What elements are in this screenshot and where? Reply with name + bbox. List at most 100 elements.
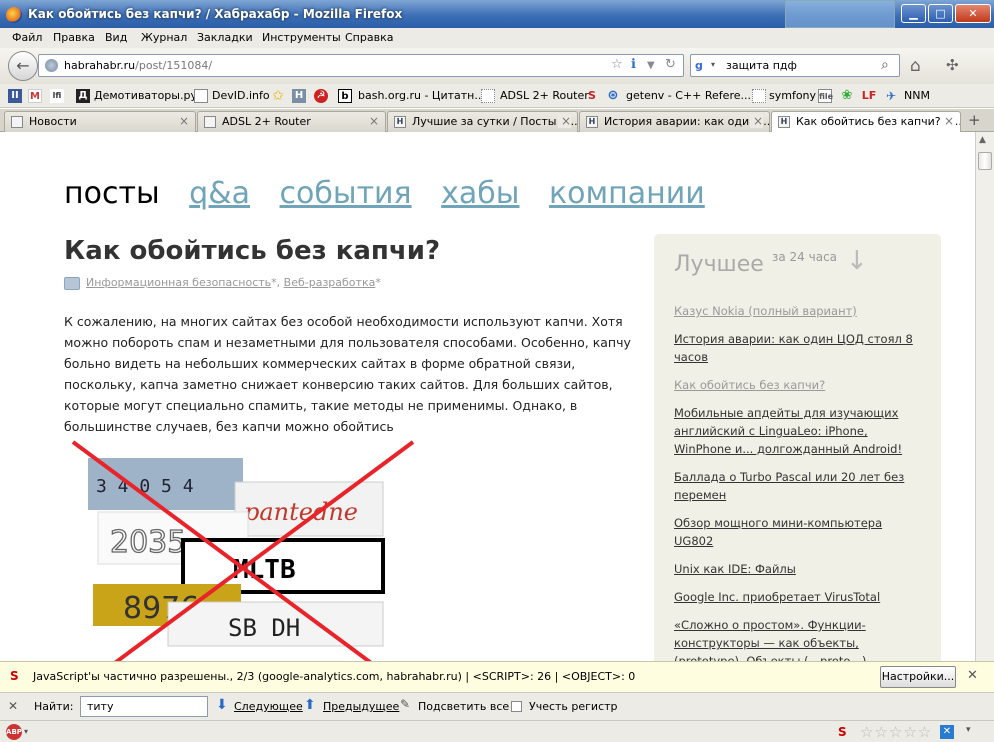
hub-link-webdev[interactable]: Веб-разработка	[284, 276, 376, 289]
nav-qa-link[interactable]: q&a	[189, 176, 250, 211]
rating-stars-icon[interactable]: ☆☆☆☆☆	[860, 723, 932, 741]
find-previous-button[interactable]: Предыдущее	[323, 700, 399, 713]
find-input[interactable]	[80, 696, 208, 717]
demotivators-icon[interactable]: Д	[76, 89, 90, 103]
match-case-label[interactable]: Учесть регистр	[529, 700, 618, 713]
menu-view[interactable]: Вид	[105, 31, 127, 44]
best-post-link[interactable]: «Сложно о простом». Функции-конструкторы…	[674, 618, 870, 661]
menu-history[interactable]: Журнал	[141, 31, 187, 44]
best-post-link[interactable]: Google Inc. приобретает VirusTotal	[674, 590, 880, 604]
scrollbar-thumb[interactable]	[978, 152, 992, 170]
gmail-icon[interactable]: M	[28, 89, 42, 103]
close-tab-icon[interactable]: ×	[749, 114, 763, 128]
bookmark-nnm[interactable]: NNM	[904, 89, 930, 102]
menu-tools[interactable]: Инструменты	[262, 31, 341, 44]
close-find-icon[interactable]: ✕	[8, 699, 18, 713]
match-case-checkbox[interactable]	[511, 701, 522, 712]
arrow-down-icon[interactable]: ↓	[846, 246, 868, 276]
new-tab-icon[interactable]: +	[968, 111, 981, 129]
dropdown-icon[interactable]: ▼	[647, 60, 655, 71]
url-bar[interactable]: habrahabr.ru/post/151084/ ☆ ℹ ▼ ↻	[38, 54, 684, 77]
menu-file[interactable]: Файл	[12, 31, 42, 44]
minimize-button[interactable]: ▁	[901, 4, 926, 23]
adblock-icon[interactable]: ABP	[6, 724, 22, 740]
highlight-pen-icon[interactable]: ✎	[400, 697, 410, 711]
nav-hubs-link[interactable]: хабы	[441, 176, 519, 211]
close-tab-icon[interactable]: ×	[557, 114, 571, 128]
best-post-link[interactable]: Казус Nokia (полный вариант)	[674, 304, 857, 318]
star-icon[interactable]: ✩	[271, 89, 285, 103]
site-identity-icon[interactable]	[45, 59, 58, 72]
home-icon[interactable]: ⌂	[910, 56, 921, 76]
habr-icon[interactable]: H	[292, 89, 306, 103]
page-icon[interactable]	[752, 89, 766, 103]
bookmark-icon-3[interactable]: lfi	[50, 89, 64, 103]
bookmark-symfony[interactable]: symfony	[769, 89, 816, 102]
search-icon[interactable]: ⌕	[881, 57, 889, 73]
addon-status-icon[interactable]: ✕	[940, 725, 954, 739]
back-button[interactable]: ←	[8, 51, 38, 81]
menu-edit[interactable]: Правка	[53, 31, 95, 44]
post-body-text: К сожалению, на многих сайтах без особой…	[64, 314, 631, 434]
nav-events-link[interactable]: события	[280, 176, 412, 211]
noscript-status-icon[interactable]: S	[838, 725, 847, 739]
close-tab-icon[interactable]: ×	[179, 114, 189, 128]
lf-icon[interactable]: LF	[860, 89, 878, 103]
close-tab-icon[interactable]: ×	[940, 114, 954, 128]
page-icon[interactable]	[194, 89, 208, 103]
engine-dropdown-icon[interactable]: ▾	[711, 60, 715, 69]
reload-icon[interactable]: ↻	[665, 57, 676, 72]
bookmark-icon-ussr[interactable]: ☭	[314, 89, 328, 103]
search-input[interactable]: защита пдф	[726, 59, 797, 72]
arrow-up-icon[interactable]: ⬆	[304, 697, 316, 713]
tab-best-posts[interactable]: H Лучшие за сутки / Посты / ... ×	[387, 111, 578, 132]
menu-bookmarks[interactable]: Закладки	[197, 31, 253, 44]
status-dropdown-icon[interactable]: ▾	[966, 725, 971, 735]
tab-adsl[interactable]: ADSL 2+ Router ×	[197, 111, 386, 132]
page-icon[interactable]	[481, 89, 495, 103]
best-post-link[interactable]: Как обойтись без капчи?	[674, 378, 825, 392]
file-icon[interactable]: file	[818, 89, 833, 103]
bookmark-demotivators[interactable]: Демотиваторы.ру	[94, 89, 197, 102]
url-text[interactable]: habrahabr.ru/post/151084/	[64, 59, 212, 72]
best-post-link[interactable]: Обзор мощного мини-компьютера UG802	[674, 516, 882, 548]
scroll-up-icon[interactable]: ▲	[979, 135, 986, 145]
getenv-icon[interactable]: ⊛	[606, 89, 620, 103]
addon-icon[interactable]: ✣	[946, 56, 959, 74]
find-next-button[interactable]: Следующее	[234, 700, 303, 713]
leaf-icon[interactable]: ❀	[840, 89, 854, 103]
bookmark-bash[interactable]: bash.org.ru - Цитатн...	[358, 89, 485, 102]
close-tab-icon[interactable]: ×	[369, 114, 379, 128]
best-post-link[interactable]: История аварии: как один ЦОД стоял 8 час…	[674, 332, 913, 364]
best-post-link[interactable]: Unix как IDE: Файлы	[674, 562, 796, 576]
tab-news[interactable]: Новости ×	[4, 111, 196, 132]
bookmark-getenv[interactable]: getenv - C++ Refere...	[626, 89, 751, 102]
best-post-link[interactable]: Мобильные апдейты для изучающих английск…	[674, 406, 902, 456]
search-bar[interactable]: g ▾ защита пдф ⌕	[690, 54, 900, 77]
bookmark-devid[interactable]: DevID.info	[212, 89, 270, 102]
close-notification-icon[interactable]: ✕	[967, 668, 978, 683]
sidebar-period[interactable]: за 24 часа	[772, 250, 837, 264]
nnm-icon[interactable]: ✈	[884, 89, 898, 103]
maximize-button[interactable]: □	[928, 4, 953, 23]
hub-link-security[interactable]: Информационная безопасность	[86, 276, 271, 289]
arrow-down-icon[interactable]: ⬇	[216, 697, 228, 713]
close-window-button[interactable]: ✕	[955, 4, 991, 23]
bookmark-icon-1[interactable]: II	[8, 89, 22, 103]
bookmark-icon-sd[interactable]: S	[585, 89, 599, 103]
tab-accident[interactable]: H История аварии: как один ... ×	[579, 111, 770, 132]
adblock-dropdown-icon[interactable]: ▾	[24, 727, 28, 736]
info-icon[interactable]: ℹ	[631, 57, 636, 72]
best-post-link[interactable]: Баллада о Turbo Pascal или 20 лет без пе…	[674, 470, 904, 502]
nav-companies-link[interactable]: компании	[549, 176, 705, 211]
menu-help[interactable]: Справка	[345, 31, 393, 44]
briefcase-icon	[64, 276, 80, 290]
noscript-settings-button[interactable]: Настройки...	[880, 666, 956, 688]
vertical-scrollbar[interactable]: ▲	[975, 132, 994, 661]
highlight-all-button[interactable]: Подсветить все	[418, 700, 509, 713]
bookmark-star-icon[interactable]: ☆	[611, 57, 623, 72]
tab-captcha-active[interactable]: H Как обойтись без капчи? / ... ×	[771, 111, 961, 133]
bookmark-adsl[interactable]: ADSL 2+ Router	[500, 89, 589, 102]
google-icon[interactable]: g	[695, 59, 709, 73]
bash-icon[interactable]: b	[338, 89, 352, 103]
